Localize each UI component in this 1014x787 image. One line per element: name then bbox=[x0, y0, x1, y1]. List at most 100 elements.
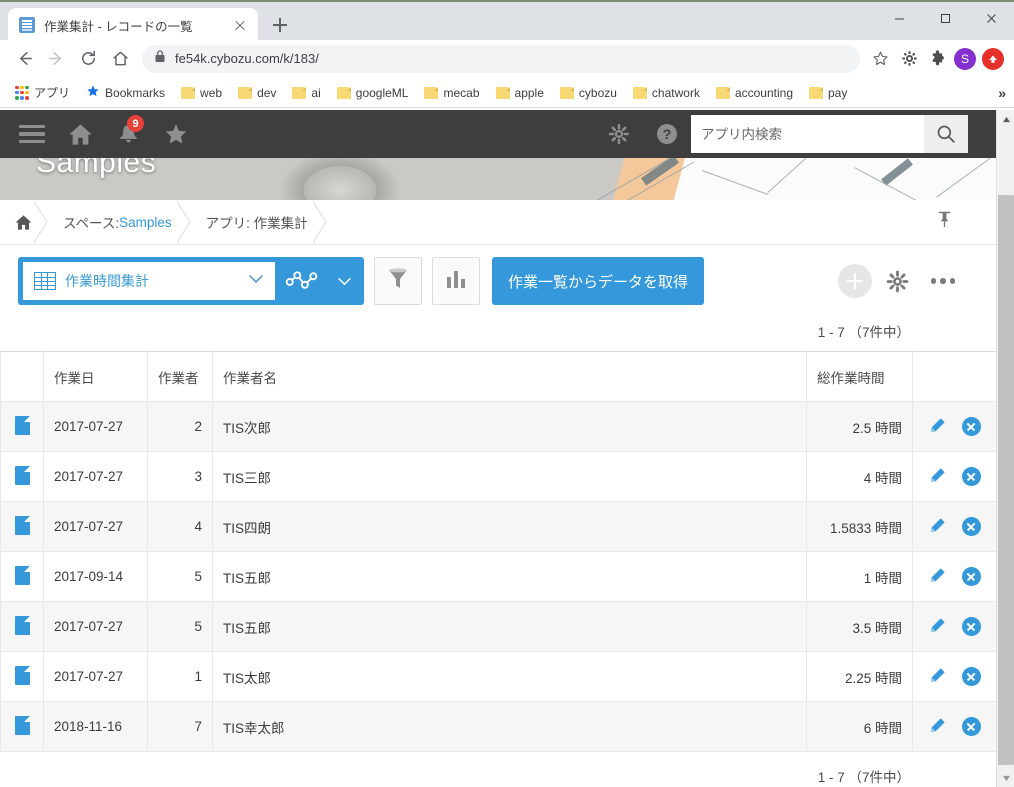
avatar[interactable]: S bbox=[952, 46, 978, 72]
view-selector[interactable]: 作業時間集計 bbox=[18, 257, 364, 305]
delete-icon[interactable] bbox=[961, 667, 981, 686]
bookmark-web[interactable]: web bbox=[174, 83, 229, 103]
record-icon-cell[interactable] bbox=[0, 551, 44, 602]
column-header-name[interactable]: 作業者名 bbox=[212, 351, 807, 402]
chart-button[interactable] bbox=[432, 257, 480, 305]
pencil-icon[interactable] bbox=[929, 417, 946, 437]
delete-icon[interactable] bbox=[961, 717, 981, 736]
graph-view-icon[interactable] bbox=[275, 269, 329, 293]
search-icon[interactable] bbox=[924, 115, 968, 153]
bookmark-pay[interactable]: pay bbox=[802, 83, 854, 103]
pencil-icon[interactable] bbox=[929, 467, 946, 487]
bookmark-accounting[interactable]: accounting bbox=[709, 83, 800, 103]
bookmark-apple[interactable]: apple bbox=[489, 83, 551, 103]
cell-worker[interactable]: 4 bbox=[147, 501, 213, 552]
pencil-icon[interactable] bbox=[929, 567, 946, 587]
filter-button[interactable] bbox=[374, 257, 422, 305]
bookmarks-overflow-icon[interactable]: » bbox=[998, 85, 1006, 101]
record-icon-cell[interactable] bbox=[0, 401, 44, 452]
bookmark-mecab[interactable]: mecab bbox=[417, 83, 486, 103]
hamburger-icon[interactable] bbox=[8, 110, 56, 158]
view-selector-box[interactable]: 作業時間集計 bbox=[23, 262, 275, 300]
cell-worker[interactable]: 5 bbox=[147, 551, 213, 602]
bookmark-chatwork[interactable]: chatwork bbox=[626, 83, 707, 103]
minimize-button[interactable] bbox=[876, 2, 922, 34]
maximize-button[interactable] bbox=[922, 2, 968, 34]
record-icon[interactable] bbox=[14, 415, 30, 435]
delete-icon[interactable] bbox=[961, 417, 981, 436]
bookmark-dev[interactable]: dev bbox=[231, 83, 283, 103]
cell-worker[interactable]: 3 bbox=[147, 451, 213, 502]
back-icon[interactable] bbox=[8, 43, 40, 75]
table-row[interactable]: 2017-07-27 3 TIS三郎 4 時間 bbox=[0, 451, 997, 502]
bookmark-googleml[interactable]: googleML bbox=[330, 83, 416, 103]
bookmark-star-icon[interactable] bbox=[866, 50, 894, 67]
record-icon[interactable] bbox=[14, 715, 30, 735]
cell-worker[interactable]: 2 bbox=[147, 401, 213, 452]
record-icon[interactable] bbox=[14, 565, 30, 585]
table-row[interactable]: 2017-07-27 2 TIS次郎 2.5 時間 bbox=[0, 401, 997, 452]
home-icon[interactable] bbox=[56, 110, 104, 158]
gear-icon[interactable] bbox=[896, 46, 922, 72]
scroll-down-icon[interactable] bbox=[997, 769, 1014, 787]
delete-icon[interactable] bbox=[961, 617, 981, 636]
chevron-down-icon[interactable] bbox=[329, 276, 359, 287]
delete-icon[interactable] bbox=[961, 567, 981, 586]
update-arrow-icon[interactable] bbox=[980, 46, 1006, 72]
help-icon[interactable]: ? bbox=[643, 110, 691, 158]
add-record-button[interactable] bbox=[838, 264, 872, 298]
close-icon[interactable] bbox=[230, 15, 250, 35]
cell-worker[interactable]: 5 bbox=[147, 601, 213, 652]
puzzle-icon[interactable] bbox=[924, 46, 950, 72]
record-icon-cell[interactable] bbox=[0, 601, 44, 652]
breadcrumb-space-link[interactable]: Samples bbox=[119, 215, 172, 230]
scroll-up-icon[interactable] bbox=[997, 110, 1014, 128]
pin-icon[interactable] bbox=[937, 211, 952, 233]
more-options-icon[interactable] bbox=[922, 261, 964, 301]
bookmark-ai[interactable]: ai bbox=[285, 83, 327, 103]
record-icon-cell[interactable] bbox=[0, 451, 44, 502]
new-tab-icon[interactable] bbox=[266, 11, 294, 39]
star-icon[interactable] bbox=[152, 110, 200, 158]
url-bar[interactable]: fe54k.cybozu.com/k/183/ bbox=[142, 44, 860, 73]
bookmark-apps[interactable]: アプリ bbox=[8, 81, 77, 104]
gear-icon[interactable] bbox=[595, 110, 643, 158]
bookmark-cybozu[interactable]: cybozu bbox=[553, 83, 624, 103]
bookmark-bookmarks[interactable]: Bookmarks bbox=[79, 81, 172, 104]
column-header-hours[interactable]: 総作業時間 bbox=[806, 351, 913, 402]
record-icon[interactable] bbox=[14, 665, 30, 685]
page-scrollbar[interactable] bbox=[996, 110, 1014, 787]
close-window-button[interactable] bbox=[968, 2, 1014, 34]
column-header-date[interactable]: 作業日 bbox=[43, 351, 148, 402]
column-header-worker[interactable]: 作業者 bbox=[147, 351, 213, 402]
pencil-icon[interactable] bbox=[929, 667, 946, 687]
table-row[interactable]: 2017-07-27 5 TIS五郎 3.5 時間 bbox=[0, 601, 997, 652]
reload-icon[interactable] bbox=[72, 43, 104, 75]
table-row[interactable]: 2017-07-27 4 TIS四朗 1.5833 時間 bbox=[0, 501, 997, 552]
pencil-icon[interactable] bbox=[929, 517, 946, 537]
table-row[interactable]: 2017-07-27 1 TIS太郎 2.25 時間 bbox=[0, 651, 997, 702]
breadcrumb-home[interactable] bbox=[0, 199, 48, 245]
search-input[interactable] bbox=[701, 126, 914, 142]
record-icon[interactable] bbox=[14, 515, 30, 535]
record-icon-cell[interactable] bbox=[0, 651, 44, 702]
record-icon[interactable] bbox=[14, 615, 30, 635]
app-settings-gear-icon[interactable] bbox=[876, 261, 918, 301]
forward-icon[interactable] bbox=[40, 43, 72, 75]
app-search-field[interactable] bbox=[691, 115, 924, 153]
breadcrumb-space[interactable]: スペース: Samples bbox=[47, 199, 191, 245]
table-row[interactable]: 2018-11-16 7 TIS幸太郎 6 時間 bbox=[0, 701, 997, 752]
fetch-data-button[interactable]: 作業一覧からデータを取得 bbox=[492, 257, 705, 305]
record-icon-cell[interactable] bbox=[0, 501, 44, 552]
record-icon[interactable] bbox=[14, 465, 30, 485]
cell-worker[interactable]: 1 bbox=[147, 651, 213, 702]
delete-icon[interactable] bbox=[961, 467, 981, 486]
home-icon[interactable] bbox=[104, 43, 136, 75]
pencil-icon[interactable] bbox=[929, 717, 946, 737]
chevron-down-icon[interactable] bbox=[247, 272, 267, 290]
delete-icon[interactable] bbox=[961, 517, 981, 536]
table-row[interactable]: 2017-09-14 5 TIS五郎 1 時間 bbox=[0, 551, 997, 602]
cell-worker[interactable]: 7 bbox=[147, 701, 213, 752]
bell-icon[interactable]: 9 bbox=[104, 110, 152, 158]
record-icon-cell[interactable] bbox=[0, 701, 44, 752]
